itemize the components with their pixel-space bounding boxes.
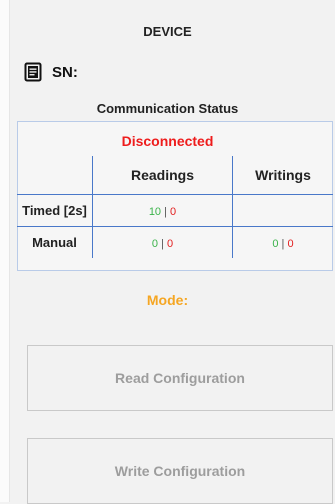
table-row: Timed [2s] 10 | 0	[17, 194, 333, 227]
document-icon	[24, 62, 42, 82]
manual-readings-err: 0	[166, 238, 174, 250]
table-header-row: Readings Writings	[17, 156, 333, 195]
manual-readings-cell: 0 | 0	[92, 226, 233, 258]
timed-writings-cell	[232, 194, 333, 227]
device-panel: DEVICE SN: Communication Status Disconne…	[0, 0, 335, 504]
timed-readings-separator: |	[161, 206, 171, 218]
table-header-writings: Writings	[232, 156, 333, 195]
serial-number-row: SN:	[24, 62, 78, 82]
manual-writings-err: 0	[287, 238, 294, 250]
panel-left-edge	[0, 0, 10, 502]
manual-writings-cell: 0 | 0	[232, 226, 333, 258]
table-header-empty	[17, 156, 93, 195]
communication-table: Readings Writings Timed [2s] 10 | 0 Manu…	[17, 156, 333, 258]
table-row: Manual 0 | 0 0 | 0	[17, 226, 333, 258]
connection-status-text: Disconnected	[121, 133, 214, 149]
manual-readings-separator: |	[158, 238, 167, 250]
table-header-readings: Readings	[92, 156, 233, 195]
timed-readings-ok: 10	[148, 206, 162, 218]
timed-readings-err: 0	[170, 206, 177, 218]
row-label-manual: Manual	[17, 226, 93, 258]
communication-status-title: Communication Status	[96, 101, 239, 116]
read-configuration-button[interactable]: Read Configuration	[27, 345, 333, 411]
row-label-timed: Timed [2s]	[17, 194, 93, 227]
device-title: DEVICE	[143, 24, 192, 39]
serial-number-label: SN:	[52, 63, 78, 81]
mode-label: Mode:	[146, 292, 189, 308]
write-configuration-button[interactable]: Write Configuration	[27, 438, 333, 504]
timed-readings-cell: 10 | 0	[92, 194, 233, 227]
